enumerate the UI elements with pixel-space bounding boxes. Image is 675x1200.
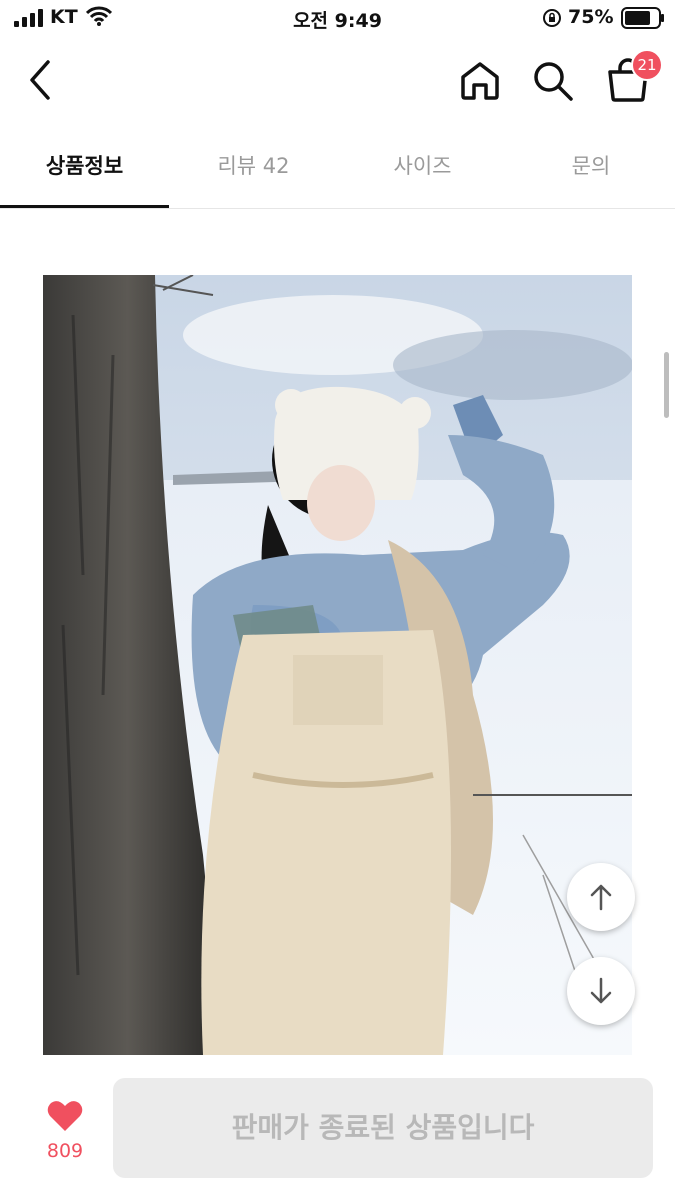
arrow-up-icon [590,884,612,911]
tab-inquiry[interactable]: 문의 [507,130,675,208]
active-tab-indicator [0,205,169,208]
product-tabs: 상품정보 리뷰 42 사이즈 문의 [0,130,675,209]
like-button[interactable]: 809 [30,1096,100,1176]
rotation-lock-icon [543,9,561,27]
product-photo [43,275,632,1055]
arrow-down-icon [590,977,612,1004]
sold-out-button: 판매가 종료된 상품입니다 [113,1078,653,1178]
like-count: 809 [46,1140,84,1162]
scroll-down-button[interactable] [567,957,635,1025]
tab-size[interactable]: 사이즈 [338,130,507,208]
tab-reviews[interactable]: 리뷰 42 [169,130,338,208]
cart-count-badge: 21 [631,49,663,81]
scrollbar-thumb[interactable] [664,352,669,418]
battery-percent: 75% [568,6,614,28]
tab-product-info[interactable]: 상품정보 [0,130,169,208]
search-icon[interactable] [528,56,576,104]
battery-icon [621,7,664,29]
home-icon[interactable] [456,56,504,104]
heart-icon [47,1101,83,1131]
back-icon[interactable] [22,58,62,102]
scroll-up-button[interactable] [567,863,635,931]
status-bar: KT 오전 9:49 75% [0,0,675,38]
top-nav [0,40,675,120]
